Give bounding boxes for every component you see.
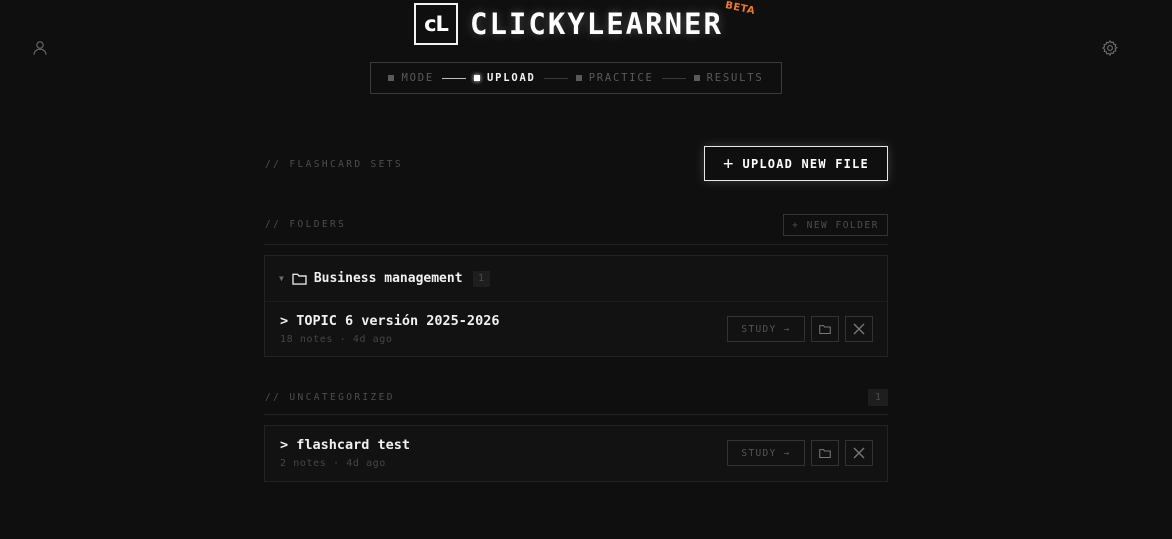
folder-icon	[292, 272, 307, 285]
set-title: > flashcard test	[280, 437, 411, 453]
brand-logo[interactable]: cL CLICKYLEARNER BETA	[414, 0, 756, 45]
set-meta: 2 notes · 4d ago	[280, 458, 386, 469]
flashcard-set-row[interactable]: > TOPIC 6 versión 2025-2026 18 notes · 4…	[265, 302, 887, 357]
step-results[interactable]: RESULTS	[693, 72, 764, 84]
step-upload[interactable]: UPLOAD	[473, 72, 536, 84]
step-dot	[693, 75, 700, 81]
folder-icon	[819, 449, 831, 459]
settings-button[interactable]	[1100, 38, 1120, 58]
step-dot	[575, 75, 582, 81]
logo-mark: cL	[414, 3, 458, 45]
upload-new-file-button[interactable]: + UPLOAD NEW FILE	[704, 146, 888, 181]
divider	[264, 244, 888, 245]
step-connector	[543, 77, 568, 79]
step-label: UPLOAD	[486, 72, 536, 84]
uncategorized-heading: // UNCATEGORIZED	[265, 392, 395, 403]
user-profile-button[interactable]	[30, 38, 50, 58]
set-title: > TOPIC 6 versión 2025-2026	[280, 313, 500, 329]
step-mode[interactable]: MODE	[388, 72, 434, 84]
flashcard-set-card[interactable]: > flashcard test 2 notes · 4d ago STUDY …	[264, 425, 888, 482]
close-icon	[853, 447, 865, 459]
new-folder-button[interactable]: + NEW FOLDER	[783, 214, 888, 236]
step-practice[interactable]: PRACTICE	[575, 72, 654, 84]
flashcard-sets-heading: // FLASHCARD SETS	[265, 159, 404, 170]
gear-icon	[1101, 39, 1118, 57]
folders-heading: // FOLDERS	[265, 219, 347, 230]
folder-count-badge: 1	[472, 270, 490, 287]
step-label: RESULTS	[706, 72, 764, 84]
step-dot	[473, 75, 480, 81]
study-button[interactable]: STUDY →	[727, 316, 805, 342]
step-connector	[661, 77, 686, 79]
folder-header[interactable]: ▼ Business management 1	[265, 256, 887, 302]
study-button[interactable]: STUDY →	[727, 440, 805, 466]
step-label: PRACTICE	[588, 72, 654, 84]
uncategorized-count-badge: 1	[868, 389, 888, 406]
delete-button[interactable]	[845, 316, 873, 342]
divider	[264, 414, 888, 415]
folder-name: Business management	[313, 271, 463, 286]
beta-badge: BETA	[724, 0, 757, 18]
progress-stepper: MODE UPLOAD PRACTICE RESULTS	[370, 62, 782, 94]
set-meta: 18 notes · 4d ago	[280, 334, 393, 345]
step-connector	[441, 77, 466, 79]
caret-down-icon[interactable]: ▼	[279, 274, 284, 283]
upload-button-label: UPLOAD NEW FILE	[742, 156, 869, 171]
step-label: MODE	[401, 72, 434, 84]
folder-icon	[819, 325, 831, 335]
brand-name: CLICKYLEARNER	[470, 7, 723, 41]
folder-card: ▼ Business management 1 > TOPIC 6 versió…	[264, 255, 888, 357]
delete-button[interactable]	[845, 440, 873, 466]
close-icon	[853, 323, 865, 335]
user-icon	[33, 41, 47, 55]
plus-icon: +	[723, 153, 735, 174]
move-to-folder-button[interactable]	[811, 316, 839, 342]
step-dot	[388, 75, 395, 81]
move-to-folder-button[interactable]	[811, 440, 839, 466]
